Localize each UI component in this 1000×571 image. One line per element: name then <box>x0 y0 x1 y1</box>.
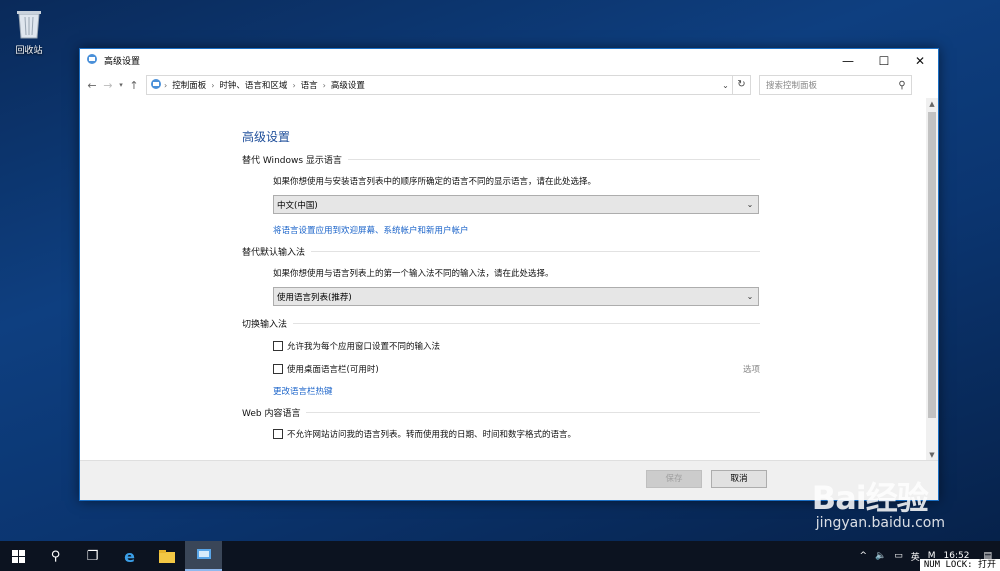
breadcrumb-separator-icon[interactable]: › <box>292 81 295 90</box>
breadcrumb[interactable]: › 控制面板 › 时钟、语言和区域 › 语言 › 高级设置 ⌄ ↻ <box>146 75 751 95</box>
vertical-scrollbar[interactable]: ▲ ▼ <box>926 98 938 461</box>
search-input[interactable]: 搜索控制面板 ⚲ <box>759 75 912 95</box>
per-app-input-checkbox-row[interactable]: 允许我为每个应用窗口设置不同的输入法 <box>273 340 760 352</box>
search-icon[interactable]: ⚲ <box>893 80 911 91</box>
switch-input-section: 切换输入法 允许我为每个应用窗口设置不同的输入法 使用桌面语言栏(可用时) 选项… <box>242 317 760 397</box>
chevron-down-icon: ⌄ <box>746 292 754 301</box>
display-language-description: 如果你想使用与安装语言列表中的顺序所确定的语言不同的显示语言，请在此处选择。 <box>273 177 597 187</box>
edge-browser-icon[interactable]: e <box>111 541 148 571</box>
display-language-heading: 替代 Windows 显示语言 <box>242 156 342 166</box>
search-taskbar-icon[interactable]: ⚲ <box>37 541 74 571</box>
default-input-heading: 替代默认输入法 <box>242 248 306 258</box>
window-title: 高级设置 <box>104 57 141 67</box>
section-heading: 切换输入法 <box>242 317 760 330</box>
breadcrumb-separator-icon[interactable]: › <box>211 81 214 90</box>
default-input-value: 使用语言列表(推荐) <box>277 292 352 303</box>
apply-welcome-screen-link[interactable]: 将语言设置应用到欢迎屏幕、系统帐户和新用户帐户 <box>273 224 469 236</box>
scroll-up-icon[interactable]: ▲ <box>926 98 938 110</box>
minimize-button[interactable]: — <box>830 49 866 72</box>
up-arrow-icon[interactable]: ↑ <box>126 79 142 92</box>
save-button[interactable]: 保存 <box>646 470 702 488</box>
network-icon[interactable]: ▭ <box>894 551 903 561</box>
web-language-label: 不允许网站访问我的语言列表。转而使用我的日期、时间和数字格式的语言。 <box>287 430 577 440</box>
show-hidden-icons-icon[interactable]: ^ <box>859 551 867 561</box>
breadcrumb-language[interactable]: 语言 <box>301 79 318 91</box>
windows-logo-icon <box>12 549 25 563</box>
divider <box>311 251 760 252</box>
breadcrumb-clock-language-region[interactable]: 时钟、语言和区域 <box>219 79 287 91</box>
control-panel-icon <box>86 53 98 68</box>
ime-language-indicator[interactable]: 英 <box>911 550 920 563</box>
control-panel-taskbar-icon[interactable] <box>185 541 222 571</box>
breadcrumb-control-panel[interactable]: 控制面板 <box>172 79 206 91</box>
web-language-section: Web 内容语言 不允许网站访问我的语言列表。转而使用我的日期、时间和数字格式的… <box>242 406 760 440</box>
maximize-button[interactable]: ☐ <box>866 49 902 72</box>
per-app-input-checkbox[interactable] <box>273 341 283 351</box>
baidu-watermark: Bai经验 jingyan.baidu.com <box>812 473 945 531</box>
chevron-down-icon: ⌄ <box>746 200 754 209</box>
dialog-footer: 保存 取消 <box>80 460 938 500</box>
page-title: 高级设置 <box>242 130 291 144</box>
web-language-heading: Web 内容语言 <box>242 409 301 419</box>
back-arrow-icon[interactable]: ← <box>84 79 100 92</box>
forward-arrow-icon[interactable]: → <box>100 79 116 92</box>
file-explorer-icon[interactable] <box>148 541 185 571</box>
change-hotkeys-link[interactable]: 更改语言栏热键 <box>273 385 333 397</box>
web-language-checkbox-row[interactable]: 不允许网站访问我的语言列表。转而使用我的日期、时间和数字格式的语言。 <box>273 428 760 440</box>
web-language-checkbox[interactable] <box>273 429 283 439</box>
numlock-indicator: NUM LOCK: 打开 <box>919 559 1000 571</box>
desktop-language-bar-row[interactable]: 使用桌面语言栏(可用时) 选项 <box>273 363 760 375</box>
divider <box>293 323 760 324</box>
section-heading: 替代默认输入法 <box>242 245 760 258</box>
display-language-select[interactable]: 中文(中国) ⌄ <box>273 195 759 214</box>
close-button[interactable]: ✕ <box>902 49 938 72</box>
advanced-settings-window: 高级设置 — ☐ ✕ ← → ▾ ↑ › 控制面板 › 时钟、语言和区域 › 语… <box>79 48 939 501</box>
control-panel-small-icon <box>150 78 162 93</box>
watermark-brand: Bai经验 <box>811 479 929 517</box>
divider <box>306 412 760 413</box>
section-heading: Web 内容语言 <box>242 406 760 419</box>
breadcrumb-separator-icon: › <box>164 80 168 90</box>
desktop-language-bar-label: 使用桌面语言栏(可用时) <box>287 365 379 375</box>
content-area: 高级设置 替代 Windows 显示语言 如果你想使用与安装语言列表中的顺序所确… <box>80 98 927 461</box>
desktop-language-bar-checkbox[interactable] <box>273 364 283 374</box>
task-view-icon[interactable]: ❐ <box>74 541 111 571</box>
default-input-description: 如果你想使用与语言列表上的第一个输入法不同的输入法，请在此处选择。 <box>273 269 554 279</box>
language-bar-options-link[interactable]: 选项 <box>743 363 760 375</box>
display-language-value: 中文(中国) <box>277 200 318 211</box>
recycle-bin-shortcut[interactable]: 回收站 <box>8 6 50 56</box>
volume-muted-icon[interactable]: 🔈 <box>875 551 886 561</box>
breadcrumb-separator-icon[interactable]: › <box>323 81 326 90</box>
recycle-bin-label: 回收站 <box>15 46 43 56</box>
per-app-input-label: 允许我为每个应用窗口设置不同的输入法 <box>287 342 441 352</box>
refresh-icon[interactable]: ↻ <box>732 76 750 94</box>
taskbar: ⚲ ❐ e ^ 🔈 ▭ 英 M 16:52 ▤ <box>0 541 1000 571</box>
scroll-thumb[interactable] <box>928 112 936 418</box>
address-bar: ← → ▾ ↑ › 控制面板 › 时钟、语言和区域 › 语言 › 高级设置 ⌄ … <box>80 72 938 98</box>
breadcrumb-advanced-settings[interactable]: 高级设置 <box>331 79 365 91</box>
default-input-select[interactable]: 使用语言列表(推荐) ⌄ <box>273 287 759 306</box>
display-language-section: 替代 Windows 显示语言 如果你想使用与安装语言列表中的顺序所确定的语言不… <box>242 153 760 236</box>
divider <box>347 159 760 160</box>
cancel-button[interactable]: 取消 <box>711 470 767 488</box>
default-input-section: 替代默认输入法 如果你想使用与语言列表上的第一个输入法不同的输入法，请在此处选择… <box>242 245 760 306</box>
watermark-url: jingyan.baidu.com <box>815 515 945 531</box>
section-heading: 替代 Windows 显示语言 <box>242 153 760 166</box>
recycle-bin-icon <box>14 6 44 40</box>
search-placeholder: 搜索控制面板 <box>766 81 818 91</box>
address-dropdown-icon[interactable]: ⌄ <box>718 81 732 90</box>
switch-input-heading: 切换输入法 <box>242 320 288 330</box>
start-button[interactable] <box>0 541 37 571</box>
recent-dropdown-icon[interactable]: ▾ <box>116 81 126 89</box>
title-bar[interactable]: 高级设置 — ☐ ✕ <box>80 49 938 72</box>
